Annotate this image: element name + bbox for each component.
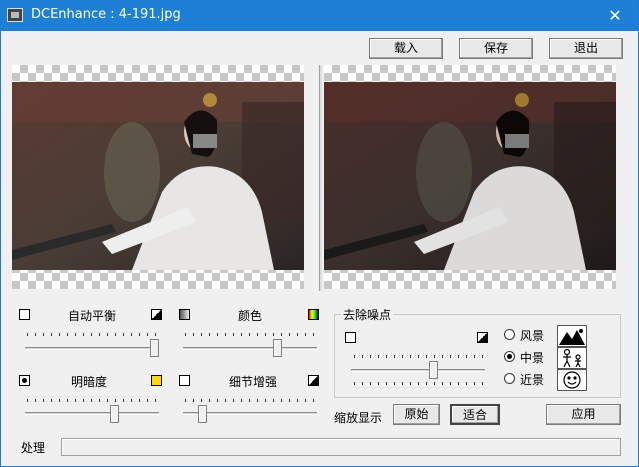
auto-balance-max-icon bbox=[151, 309, 162, 320]
detail-ticks bbox=[185, 399, 315, 402]
auto-balance-min-icon bbox=[19, 309, 30, 320]
load-button[interactable]: 载入 bbox=[369, 38, 443, 59]
auto-balance-slider[interactable] bbox=[150, 339, 159, 357]
original-preview[interactable] bbox=[12, 65, 304, 289]
detail-slider[interactable] bbox=[198, 405, 207, 423]
brightness-label: 明暗度 bbox=[71, 375, 108, 389]
radio-midshot-label[interactable]: 中景 bbox=[520, 349, 544, 366]
app-window: DCEnhance : 4-191.jpg ✕ 载入 保存 退出 自动平衡 颜色… bbox=[0, 0, 639, 467]
auto-balance-track bbox=[25, 347, 159, 350]
denoise-min-icon bbox=[345, 332, 356, 343]
radio-closeup[interactable] bbox=[504, 373, 515, 384]
detail-min-icon bbox=[179, 375, 190, 386]
brightness-track bbox=[25, 412, 159, 415]
save-button[interactable]: 保存 bbox=[459, 38, 533, 59]
app-icon bbox=[7, 8, 23, 22]
denoise-max-icon bbox=[477, 332, 488, 343]
zoom-label: 缩放显示 bbox=[334, 411, 383, 425]
color-ticks bbox=[185, 333, 315, 336]
color-min-icon bbox=[179, 309, 190, 320]
auto-balance-label: 自动平衡 bbox=[68, 309, 117, 323]
zoom-original-button[interactable]: 原始 bbox=[393, 404, 440, 425]
progress-bar bbox=[61, 438, 621, 456]
denoise-ticks-bottom bbox=[354, 382, 484, 385]
brightness-max-icon bbox=[151, 375, 162, 386]
brightness-min-icon bbox=[19, 375, 30, 386]
radio-midshot[interactable] bbox=[504, 351, 515, 362]
status-label: 处理 bbox=[21, 441, 46, 455]
face-icon bbox=[557, 369, 587, 391]
enhanced-preview[interactable] bbox=[324, 65, 616, 289]
title-bar[interactable]: DCEnhance : 4-191.jpg ✕ bbox=[1, 1, 638, 31]
landscape-icon bbox=[557, 325, 587, 347]
apply-button[interactable]: 应用 bbox=[546, 404, 621, 425]
radio-landscape-label[interactable]: 风景 bbox=[520, 327, 544, 344]
auto-balance-ticks bbox=[27, 333, 157, 336]
close-icon[interactable]: ✕ bbox=[592, 1, 638, 31]
color-track bbox=[183, 347, 317, 350]
exit-button[interactable]: 退出 bbox=[549, 38, 623, 59]
denoise-title: 去除噪点 bbox=[341, 306, 394, 323]
original-photo bbox=[12, 82, 304, 270]
detail-max-icon bbox=[308, 375, 319, 386]
color-label: 颜色 bbox=[238, 309, 263, 323]
color-slider[interactable] bbox=[273, 339, 282, 357]
detail-label: 细节增强 bbox=[229, 375, 278, 389]
radio-closeup-label[interactable]: 近景 bbox=[520, 371, 544, 388]
preview-divider bbox=[319, 65, 322, 291]
brightness-ticks bbox=[27, 399, 157, 402]
denoise-ticks-top bbox=[354, 355, 484, 358]
denoise-slider[interactable] bbox=[428, 361, 438, 379]
denoise-track bbox=[351, 369, 485, 372]
color-max-icon bbox=[308, 309, 319, 320]
window-title: DCEnhance : 4-191.jpg bbox=[31, 7, 181, 22]
people-icon bbox=[557, 347, 587, 369]
brightness-slider[interactable] bbox=[110, 405, 119, 423]
zoom-fit-button[interactable]: 适合 bbox=[450, 404, 500, 425]
radio-landscape[interactable] bbox=[504, 329, 515, 340]
enhanced-photo bbox=[324, 82, 616, 270]
